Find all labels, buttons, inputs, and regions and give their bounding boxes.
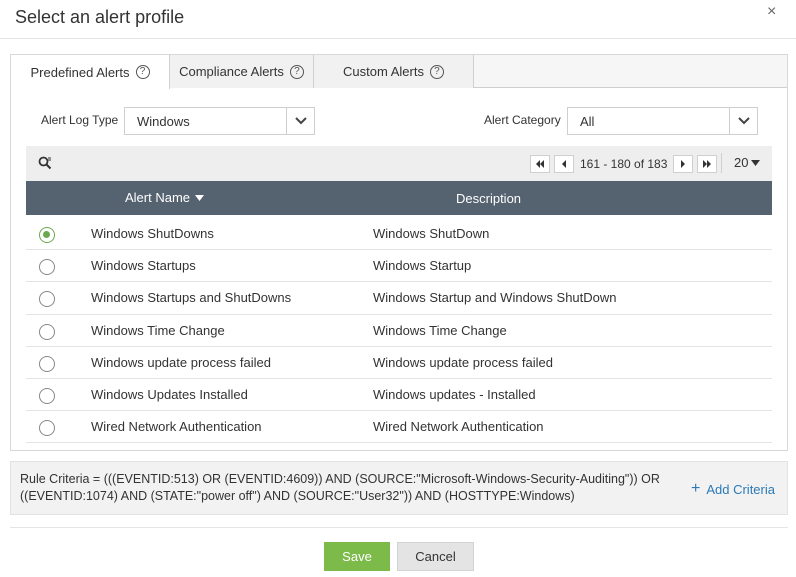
alert-name: Windows update process failed <box>91 354 271 370</box>
alert-log-type-select[interactable]: Windows <box>124 107 315 135</box>
table-row[interactable]: Windows Updates Installed Windows updates… <box>26 379 772 412</box>
pager: 161 - 180 of 183 <box>530 154 718 174</box>
tab-label: Predefined Alerts <box>30 64 130 80</box>
add-criteria-label: Add Criteria <box>706 481 775 497</box>
tab-predefined-alerts[interactable]: Predefined Alerts ? <box>11 55 170 89</box>
tab-compliance-alerts[interactable]: Compliance Alerts ? <box>170 55 314 88</box>
radio-button[interactable] <box>39 291 55 308</box>
grid-header: Alert Name Description <box>26 181 772 215</box>
chevron-down-icon[interactable] <box>286 108 314 134</box>
alert-description: Wired Network Authentication <box>373 419 544 435</box>
column-description[interactable]: Description <box>456 191 521 206</box>
radio-button[interactable] <box>39 323 55 340</box>
alert-category-label: Alert Category <box>484 113 561 127</box>
first-page-icon[interactable] <box>530 155 550 173</box>
close-icon[interactable]: × <box>767 3 776 21</box>
page-size-value: 20 <box>734 155 749 170</box>
table-row[interactable]: Windows Startups and ShutDowns Windows St… <box>26 282 772 315</box>
select-value: Windows <box>137 113 190 129</box>
radio-button[interactable] <box>39 420 55 437</box>
help-icon[interactable]: ? <box>135 65 150 79</box>
next-page-icon[interactable] <box>673 155 694 173</box>
alert-list: Windows ShutDowns Windows ShutDown Windows… <box>26 218 772 444</box>
radio-button[interactable] <box>39 227 55 243</box>
alert-name: Windows Startups <box>91 258 196 274</box>
grid-toolbar: 161 - 180 of 183 20 <box>26 146 772 181</box>
page-range: 161 - 180 of 183 <box>580 157 668 171</box>
caret-down-icon <box>751 159 761 166</box>
alert-name: Windows Updates Installed <box>91 386 248 402</box>
column-label: Alert Name <box>125 190 191 205</box>
table-row[interactable]: Windows update process failed Windows upd… <box>26 347 772 379</box>
title-divider <box>0 38 796 39</box>
alert-name: Windows Startups and ShutDowns <box>91 290 292 306</box>
page-size-select[interactable]: 20 <box>734 155 761 170</box>
column-alert-name[interactable]: Alert Name <box>125 190 205 205</box>
dialog-title: Select an alert profile <box>15 7 185 27</box>
rule-criteria-text: Rule Criteria = (((EVENTID:513) OR (EVEN… <box>20 472 660 503</box>
alert-description: Windows Startup <box>373 258 472 274</box>
tab-bar: Predefined Alerts ? Compliance Alerts ? … <box>11 55 787 89</box>
help-icon[interactable]: ? <box>429 64 444 79</box>
alert-description: Windows Startup and Windows ShutDown <box>373 290 617 306</box>
alert-category-select[interactable]: All <box>567 107 758 135</box>
radio-button[interactable] <box>39 355 55 372</box>
sort-down-icon <box>195 194 205 201</box>
pager-divider <box>721 153 722 173</box>
last-page-icon[interactable] <box>697 155 718 173</box>
search-icon[interactable] <box>38 156 52 173</box>
tab-custom-alerts[interactable]: Custom Alerts ? <box>314 55 474 88</box>
table-row[interactable]: Wired Network Authentication Wired Networ… <box>26 411 772 444</box>
save-button[interactable]: Save <box>324 542 390 571</box>
alert-description: Windows ShutDown <box>373 226 490 241</box>
rule-criteria-bar: Rule Criteria = (((EVENTID:513) OR (EVEN… <box>10 461 788 515</box>
help-icon[interactable]: ? <box>289 64 304 79</box>
alert-name: Wired Network Authentication <box>91 419 262 435</box>
select-value: All <box>580 113 595 129</box>
alert-name: Windows Time Change <box>91 322 225 338</box>
alert-name: Windows ShutDowns <box>91 226 214 241</box>
radio-button[interactable] <box>39 387 55 404</box>
radio-button[interactable] <box>39 259 55 276</box>
alert-description: Windows updates - Installed <box>373 386 536 402</box>
alert-panel: Predefined Alerts ? Compliance Alerts ? … <box>10 54 788 451</box>
alert-description: Windows Time Change <box>373 322 507 338</box>
plus-icon: + <box>691 480 701 497</box>
table-row[interactable]: Windows ShutDowns Windows ShutDown <box>26 218 772 251</box>
footer-divider <box>10 527 788 528</box>
table-row[interactable]: Windows Startups Windows Startup <box>26 250 772 283</box>
prev-page-icon[interactable] <box>554 155 574 173</box>
tab-label: Compliance Alerts <box>179 64 284 79</box>
chevron-down-icon[interactable] <box>729 108 757 134</box>
add-criteria-link[interactable]: + Add Criteria <box>691 480 775 498</box>
alert-log-type-label: Alert Log Type <box>41 113 119 127</box>
tab-label: Custom Alerts <box>343 64 424 79</box>
table-row[interactable]: Windows Time Change Windows Time Change <box>26 315 772 347</box>
alert-description: Windows update process failed <box>373 354 553 370</box>
cancel-button[interactable]: Cancel <box>397 542 474 571</box>
